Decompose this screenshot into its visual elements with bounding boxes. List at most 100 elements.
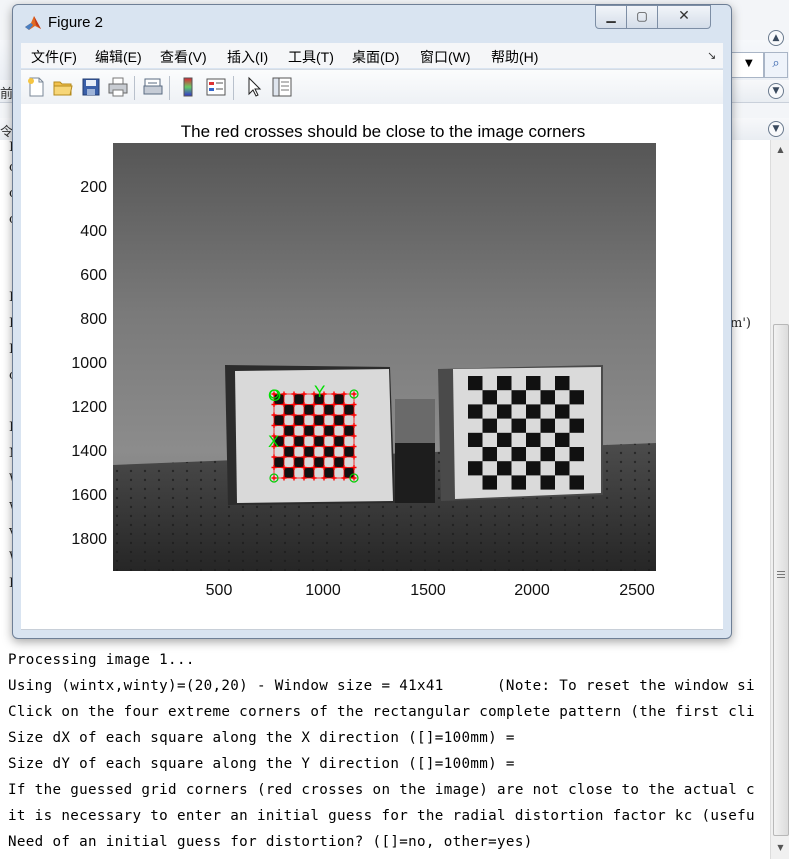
toolbar-separator [233,76,234,100]
checkerboard-square [511,418,526,433]
minimize-icon: ▁ [606,9,616,23]
figure-toolbar [21,69,723,105]
checkerboard-square [511,475,526,490]
checkerboard-square [324,425,334,436]
menu-edit[interactable]: 编辑(E) [95,47,142,67]
checkerboard-square [569,418,584,433]
legend-icon[interactable] [205,76,227,98]
checkerboard-square [468,461,483,476]
y-tick-label: 1600 [71,487,107,504]
figure-title: Figure 2 [48,14,104,31]
plot-title: The red crosses should be close to the i… [180,122,586,141]
folder-options-icon[interactable]: ▼ [768,83,784,99]
command-output-line: Processing image 1... [8,652,195,668]
checkerboard-square [284,467,294,478]
checkerboard-square [555,376,570,391]
command-output-line: Size dY of each square along the Y direc… [8,756,524,772]
checkerboard-square [314,457,324,468]
scrollbar-thumb[interactable] [773,324,789,836]
command-prompt-line[interactable]: Need of an initial guess for distortion?… [8,834,542,850]
menu-help[interactable]: 帮助(H) [491,47,538,67]
y-tick-label: 200 [80,179,107,196]
figure-window[interactable]: Figure 2 ▁ ▢ ✕ 文件(F) 编辑(E) 查看(V) 插入(I) 工… [12,4,732,639]
command-window-options-icon[interactable]: ▼ [768,121,784,137]
colorbar-icon[interactable] [177,76,199,98]
x-tick-label: 2000 [514,582,550,599]
maximize-button[interactable]: ▢ [626,5,658,29]
menu-desktop[interactable]: 桌面(D) [352,47,399,67]
print-icon[interactable] [107,76,129,98]
checkerboard-square [555,404,570,419]
toolbar-separator [169,76,170,100]
checkerboard-square [324,446,334,457]
calibration-image-axes[interactable]: X Y O [113,143,656,571]
y-tick-label: 1400 [71,443,107,460]
checkerboard-square [324,404,334,415]
checkerboard-square [274,415,284,426]
checkerboard-square [468,432,483,447]
menu-file[interactable]: 文件(F) [31,47,77,67]
checkerboard-square [540,418,555,433]
scroll-up-icon[interactable]: ▲ [771,142,789,158]
y-tick-label: 600 [80,267,107,284]
checkerboard-square [540,390,555,405]
checkerboard-square [526,376,541,391]
menu-window[interactable]: 窗口(W) [420,47,471,67]
open-file-icon[interactable] [52,76,74,98]
checkerboard-square [555,461,570,476]
dock-figure-icon[interactable]: ↘ [707,49,716,62]
checkerboard-square [334,457,344,468]
checkerboard-square [304,467,314,478]
x-tick-label: 2500 [619,582,655,599]
y-axis-label: Y [314,382,325,401]
checkerboard-square [497,376,512,391]
figure-menubar: 文件(F) 编辑(E) 查看(V) 插入(I) 工具(T) 桌面(D) 窗口(W… [21,43,723,68]
minimize-button[interactable]: ▁ [595,5,627,29]
checkerboard-square [294,457,304,468]
collapse-toolstrip-icon[interactable]: ▲ [768,30,784,46]
y-tick-label: 400 [80,223,107,240]
checkerboard-square [468,376,483,391]
checkerboard-square [526,432,541,447]
pointer-icon[interactable] [243,76,265,98]
checkerboard-square [569,447,584,462]
checkerboard-square [284,446,294,457]
checkerboard-square [540,447,555,462]
menu-insert[interactable]: 插入(I) [227,47,268,67]
checkerboard-square [304,404,314,415]
close-button[interactable]: ✕ [657,5,711,29]
menu-view[interactable]: 查看(V) [160,47,207,67]
plot-browser-icon[interactable] [271,76,293,98]
checkerboard-square [344,404,354,415]
checkerboard-square [511,447,526,462]
matlab-logo-icon [25,16,41,30]
x-axis-label: X [268,432,279,451]
checkerboard-square [334,415,344,426]
checkerboard-square [497,461,512,476]
new-figure-icon[interactable] [25,76,47,98]
checkerboard-square [334,394,344,405]
x-tick-label: 1000 [305,582,341,599]
search-icon[interactable]: ⌕ [764,52,788,78]
folder-dropdown-icon[interactable]: ▼ [745,58,753,69]
gap-structure [395,399,435,449]
y-tick-label: 800 [80,311,107,328]
command-output-line: it is necessary to enter an initial gues… [8,808,755,824]
menu-tools[interactable]: 工具(T) [288,47,334,67]
checkerboard-square [526,461,541,476]
command-output-line: Click on the four extreme corners of the… [8,704,755,720]
checkerboard-square [540,475,555,490]
save-icon[interactable] [80,76,102,98]
checkerboard-square [468,404,483,419]
command-window-scrollbar[interactable]: ▲ ▼ [770,140,789,859]
checkerboard-square [304,425,314,436]
command-output-line: Size dX of each square along the X direc… [8,730,524,746]
y-tick-label: 1800 [71,531,107,548]
checkerboard-square [334,436,344,447]
checkerboard-square [314,415,324,426]
checkerboard-square [497,404,512,419]
print-preview-icon[interactable] [142,76,164,98]
x-tick-label: 500 [205,582,233,599]
checkerboard-square [344,446,354,457]
scroll-down-icon[interactable]: ▼ [771,840,789,856]
